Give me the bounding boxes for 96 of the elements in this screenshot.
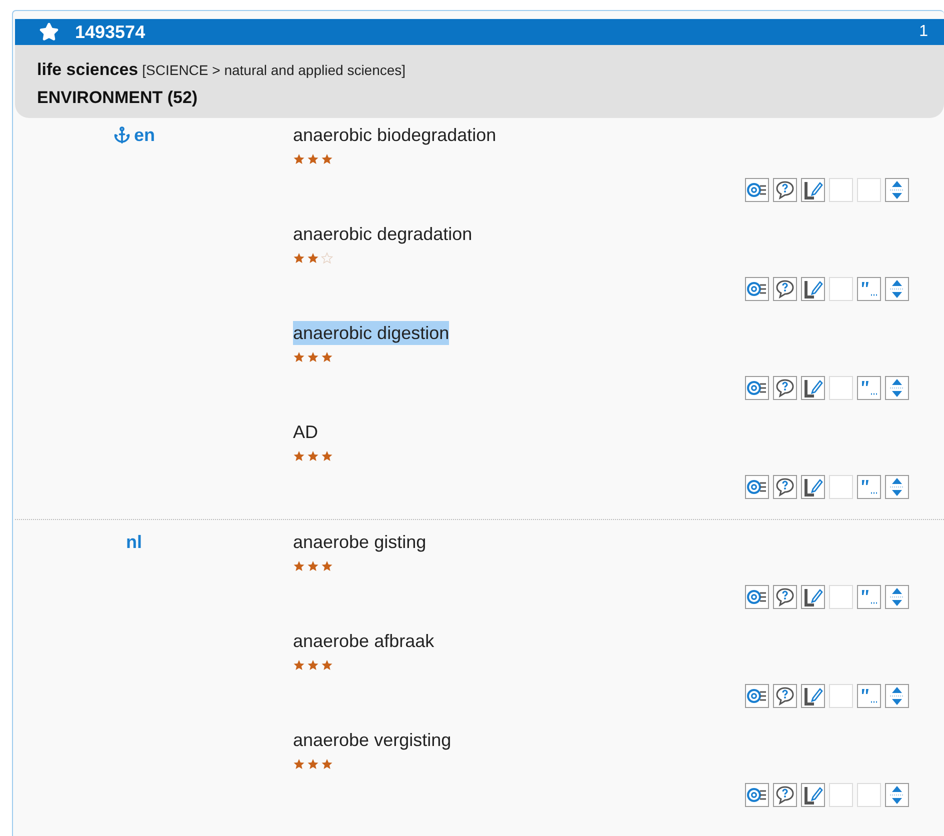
up-down-arrows-icon: [888, 180, 906, 200]
up-down-arrows-icon: [888, 587, 906, 607]
email-button[interactable]: [745, 178, 769, 202]
reorder-button[interactable]: [885, 475, 909, 499]
up-down-arrows-icon: [888, 686, 906, 706]
term-text: anaerobe vergisting: [293, 729, 452, 752]
reorder-button[interactable]: [885, 277, 909, 301]
subdomain-label: ENVIRONMENT (52): [37, 86, 199, 108]
quote-icon: [860, 280, 878, 298]
anchor-icon: [112, 126, 131, 144]
star-icon: [293, 758, 305, 770]
context-button[interactable]: [857, 684, 881, 708]
star-icon: [293, 153, 305, 165]
reorder-button[interactable]: [885, 585, 909, 609]
context-button[interactable]: [857, 475, 881, 499]
question-bubble-icon: [775, 180, 795, 200]
email-button[interactable]: [745, 783, 769, 807]
help-button[interactable]: [773, 475, 797, 499]
edit-button[interactable]: [801, 178, 825, 202]
star-icon: [321, 450, 333, 462]
help-button[interactable]: [773, 783, 797, 807]
email-button[interactable]: [745, 585, 769, 609]
star-icon: [321, 659, 333, 671]
language-code: nl: [126, 530, 142, 554]
help-button[interactable]: [773, 585, 797, 609]
quote-icon: [860, 588, 878, 606]
pen-icon: [803, 785, 823, 805]
star-icon: [293, 351, 305, 363]
star-icon: [307, 351, 319, 363]
question-bubble-icon: [775, 785, 795, 805]
domain-name: life sciences: [37, 59, 138, 81]
up-down-arrows-icon: [888, 378, 906, 398]
term-text: anaerobic degradation: [293, 223, 472, 246]
help-button[interactable]: [773, 277, 797, 301]
star-icon: [321, 252, 333, 264]
pen-icon: [803, 279, 823, 299]
up-down-arrows-icon: [888, 477, 906, 497]
language-code: en: [134, 124, 155, 146]
term-text: anaerobic digestion: [293, 321, 450, 345]
help-button[interactable]: [773, 376, 797, 400]
edit-button[interactable]: [801, 475, 825, 499]
context-button[interactable]: [857, 585, 881, 609]
help-button[interactable]: [773, 178, 797, 202]
term-text: anaerobe gisting: [293, 531, 426, 554]
star-icon: [39, 22, 59, 42]
edit-button[interactable]: [801, 585, 825, 609]
star-icon: [307, 758, 319, 770]
pen-icon: [803, 587, 823, 607]
email-button[interactable]: [745, 277, 769, 301]
edit-button[interactable]: [801, 277, 825, 301]
context-button[interactable]: [857, 376, 881, 400]
question-bubble-icon: [775, 686, 795, 706]
star-icon: [293, 659, 305, 671]
star-icon: [307, 659, 319, 671]
entry-id: 1493574: [75, 20, 146, 44]
question-bubble-icon: [775, 279, 795, 299]
term-text: anaerobe afbraak: [293, 630, 434, 653]
help-button[interactable]: [773, 684, 797, 708]
pen-icon: [803, 686, 823, 706]
star-icon: [321, 153, 333, 165]
up-down-arrows-icon: [888, 279, 906, 299]
star-icon: [307, 252, 319, 264]
reorder-button[interactable]: [885, 178, 909, 202]
term-text: AD: [293, 421, 318, 444]
star-icon: [307, 450, 319, 462]
question-bubble-icon: [775, 378, 795, 398]
quote-icon: [860, 478, 878, 496]
quote-icon: [860, 687, 878, 705]
edit-button[interactable]: [801, 684, 825, 708]
edit-button[interactable]: [801, 376, 825, 400]
domain-path: [SCIENCE > natural and applied sciences]: [142, 61, 406, 80]
up-down-arrows-icon: [888, 785, 906, 805]
star-icon: [307, 560, 319, 572]
star-icon: [307, 153, 319, 165]
entry-count: 1: [919, 22, 928, 42]
reorder-button[interactable]: [885, 783, 909, 807]
star-icon: [293, 450, 305, 462]
pen-icon: [803, 180, 823, 200]
term-text: anaerobic biodegradation: [293, 124, 496, 147]
email-button[interactable]: [745, 376, 769, 400]
context-button[interactable]: [857, 277, 881, 301]
quote-icon: [860, 379, 878, 397]
star-icon: [293, 252, 305, 264]
reorder-button[interactable]: [885, 684, 909, 708]
star-icon: [321, 560, 333, 572]
question-bubble-icon: [775, 587, 795, 607]
edit-button[interactable]: [801, 783, 825, 807]
star-icon: [293, 560, 305, 572]
star-icon: [321, 351, 333, 363]
email-button[interactable]: [745, 684, 769, 708]
pen-icon: [803, 477, 823, 497]
star-icon: [321, 758, 333, 770]
email-button[interactable]: [745, 475, 769, 499]
reorder-button[interactable]: [885, 376, 909, 400]
pen-icon: [803, 378, 823, 398]
question-bubble-icon: [775, 477, 795, 497]
